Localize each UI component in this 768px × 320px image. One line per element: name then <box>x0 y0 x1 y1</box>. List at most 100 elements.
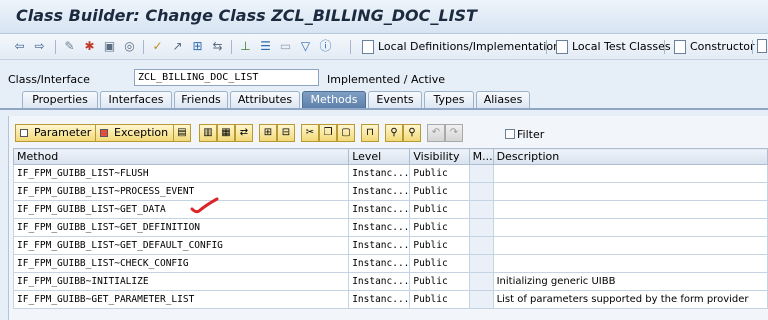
level-cell[interactable]: Instanc... <box>348 254 411 273</box>
find-icon[interactable]: ⚲ <box>385 124 403 142</box>
m-cell[interactable] <box>468 236 494 255</box>
level-cell[interactable]: Instanc... <box>348 236 411 255</box>
source-code-button[interactable]: ▤ <box>173 124 191 142</box>
visibility-cell[interactable]: Public <box>409 236 470 255</box>
m-cell[interactable] <box>468 200 494 219</box>
column-header-level[interactable]: Level <box>348 148 411 165</box>
forward-arrow-icon[interactable]: ⇨ <box>32 39 47 54</box>
column-header-visibility[interactable]: Visibility <box>409 148 470 165</box>
tab-methods[interactable]: Methods <box>302 91 366 108</box>
m-cell[interactable] <box>468 164 494 183</box>
description-cell[interactable]: Initializing generic UIBB <box>492 272 768 291</box>
tab-friends[interactable]: Friends <box>174 91 228 108</box>
table-row[interactable]: IF_FPM_GUIBB~INITIALIZE Instanc... Publi… <box>12 272 768 291</box>
tab-events[interactable]: Events <box>368 91 422 108</box>
method-cell[interactable]: IF_FPM_GUIBB_LIST~GET_DEFAULT_CONFIG <box>12 236 350 255</box>
toolbar-separator <box>350 40 351 54</box>
visibility-cell[interactable]: Public <box>409 200 470 219</box>
method-cell[interactable]: IF_FPM_GUIBB_LIST~GET_DEFINITION <box>12 218 350 237</box>
description-cell[interactable] <box>492 236 768 255</box>
class-interface-field[interactable]: ZCL_BILLING_DOC_LIST <box>134 69 319 86</box>
rename-icon[interactable]: ↗ <box>170 39 185 54</box>
delete-row-button[interactable]: ⊟ <box>277 124 295 142</box>
column-header-method[interactable]: Method <box>12 148 350 165</box>
parameter-button[interactable]: Parameter <box>15 124 99 142</box>
visibility-cell[interactable]: Public <box>409 182 470 201</box>
m-cell[interactable] <box>468 272 494 291</box>
visibility-cell[interactable]: Public <box>409 290 470 309</box>
visibility-cell[interactable]: Public <box>409 164 470 183</box>
cut-row-button[interactable]: ▥ <box>199 124 217 142</box>
method-cell[interactable]: IF_FPM_GUIBB~GET_PARAMETER_LIST <box>12 290 350 309</box>
visibility-cell[interactable]: Public <box>409 272 470 291</box>
level-cell[interactable]: Instanc... <box>348 272 411 291</box>
method-cell[interactable]: IF_FPM_GUIBB_LIST~FLUSH <box>12 164 350 183</box>
table-row[interactable]: IF_FPM_GUIBB_LIST~FLUSH Instanc... Publi… <box>12 164 768 183</box>
insert-row-button[interactable]: ⊞ <box>259 124 277 142</box>
m-cell[interactable] <box>468 290 494 309</box>
paste-row-button[interactable]: ⇄ <box>235 124 253 142</box>
table-row[interactable]: IF_FPM_GUIBB_LIST~CHECK_CONFIG Instanc..… <box>12 254 768 273</box>
level-cell[interactable]: Instanc... <box>348 290 411 309</box>
table-row[interactable]: IF_FPM_GUIBB_LIST~GET_DEFAULT_CONFIG Ins… <box>12 236 768 255</box>
description-cell[interactable] <box>492 164 768 183</box>
paste-icon[interactable]: ▢ <box>337 124 355 142</box>
m-cell[interactable] <box>468 182 494 201</box>
display-change-icon[interactable]: ✎ <box>62 39 77 54</box>
level-cell[interactable]: Instanc... <box>348 218 411 237</box>
activate-icon[interactable]: ✱ <box>82 39 97 54</box>
column-header-m[interactable]: M... <box>468 148 494 165</box>
table-row[interactable]: IF_FPM_GUIBB_LIST~GET_DATA Instanc... Pu… <box>12 200 768 219</box>
visibility-cell[interactable]: Public <box>409 218 470 237</box>
description-cell[interactable]: List of parameters supported by the form… <box>492 290 768 309</box>
table-row[interactable]: IF_FPM_GUIBB_LIST~PROCESS_EVENT Instanc.… <box>12 182 768 201</box>
more-icon[interactable] <box>757 39 767 53</box>
class-builder-form: Class/Interface ZCL_BILLING_DOC_LIST Imp… <box>0 60 768 320</box>
tab-interfaces[interactable]: Interfaces <box>100 91 172 108</box>
filter-icon[interactable]: ▽ <box>298 39 313 54</box>
m-cell[interactable] <box>468 254 494 273</box>
tab-properties[interactable]: Properties <box>22 91 98 108</box>
column-header-description[interactable]: Description <box>492 148 768 165</box>
tab-types[interactable]: Types <box>424 91 474 108</box>
frame-icon[interactable]: ▭ <box>278 39 293 54</box>
local-test-classes-button[interactable]: Local Test Classes <box>556 38 671 56</box>
display-object-icon[interactable]: ⇆ <box>210 39 225 54</box>
description-cell[interactable] <box>492 254 768 273</box>
navigate-icon[interactable]: ⊞ <box>190 39 205 54</box>
visibility-cell[interactable]: Public <box>409 254 470 273</box>
level-cell[interactable]: Instanc... <box>348 200 411 219</box>
info-icon[interactable]: ⓘ <box>318 39 333 54</box>
where-used-icon[interactable]: ▣ <box>102 39 117 54</box>
method-cell[interactable]: IF_FPM_GUIBB~INITIALIZE <box>12 272 350 291</box>
exception-button[interactable]: Exception <box>95 124 176 142</box>
copy-row-button[interactable]: ▦ <box>217 124 235 142</box>
local-definitions-button[interactable]: Local Definitions/Implementations <box>362 38 566 56</box>
hierarchy-icon[interactable]: ⊥ <box>238 39 253 54</box>
object-list-icon[interactable]: ◎ <box>122 39 137 54</box>
description-cell[interactable] <box>492 200 768 219</box>
tree-icon[interactable]: ☰ <box>258 39 273 54</box>
method-cell[interactable]: IF_FPM_GUIBB_LIST~CHECK_CONFIG <box>12 254 350 273</box>
description-cell[interactable] <box>492 182 768 201</box>
print-icon[interactable]: ⊓ <box>361 124 379 142</box>
table-row[interactable]: IF_FPM_GUIBB_LIST~GET_DEFINITION Instanc… <box>12 218 768 237</box>
method-cell[interactable]: IF_FPM_GUIBB_LIST~PROCESS_EVENT <box>12 182 350 201</box>
m-cell[interactable] <box>468 218 494 237</box>
check-icon[interactable]: ✓ <box>150 39 165 54</box>
cut-icon[interactable]: ✂ <box>301 124 319 142</box>
back-arrow-icon[interactable]: ⇦ <box>12 39 27 54</box>
method-cell[interactable]: IF_FPM_GUIBB_LIST~GET_DATA <box>12 200 350 219</box>
description-cell[interactable] <box>492 218 768 237</box>
table-row[interactable]: IF_FPM_GUIBB~GET_PARAMETER_LIST Instanc.… <box>12 290 768 309</box>
level-cell[interactable]: Instanc... <box>348 182 411 201</box>
filter-checkbox[interactable]: Filter <box>505 128 544 141</box>
tab-attributes[interactable]: Attributes <box>230 91 300 108</box>
class-interface-label: Class/Interface <box>8 73 90 86</box>
copy-icon[interactable]: ❐ <box>319 124 337 142</box>
constructor-button[interactable]: Constructor <box>674 38 755 56</box>
level-cell[interactable]: Instanc... <box>348 164 411 183</box>
parameter-label: Parameter <box>34 126 92 139</box>
tab-aliases[interactable]: Aliases <box>476 91 530 108</box>
find-next-icon[interactable]: ⚲ <box>403 124 421 142</box>
